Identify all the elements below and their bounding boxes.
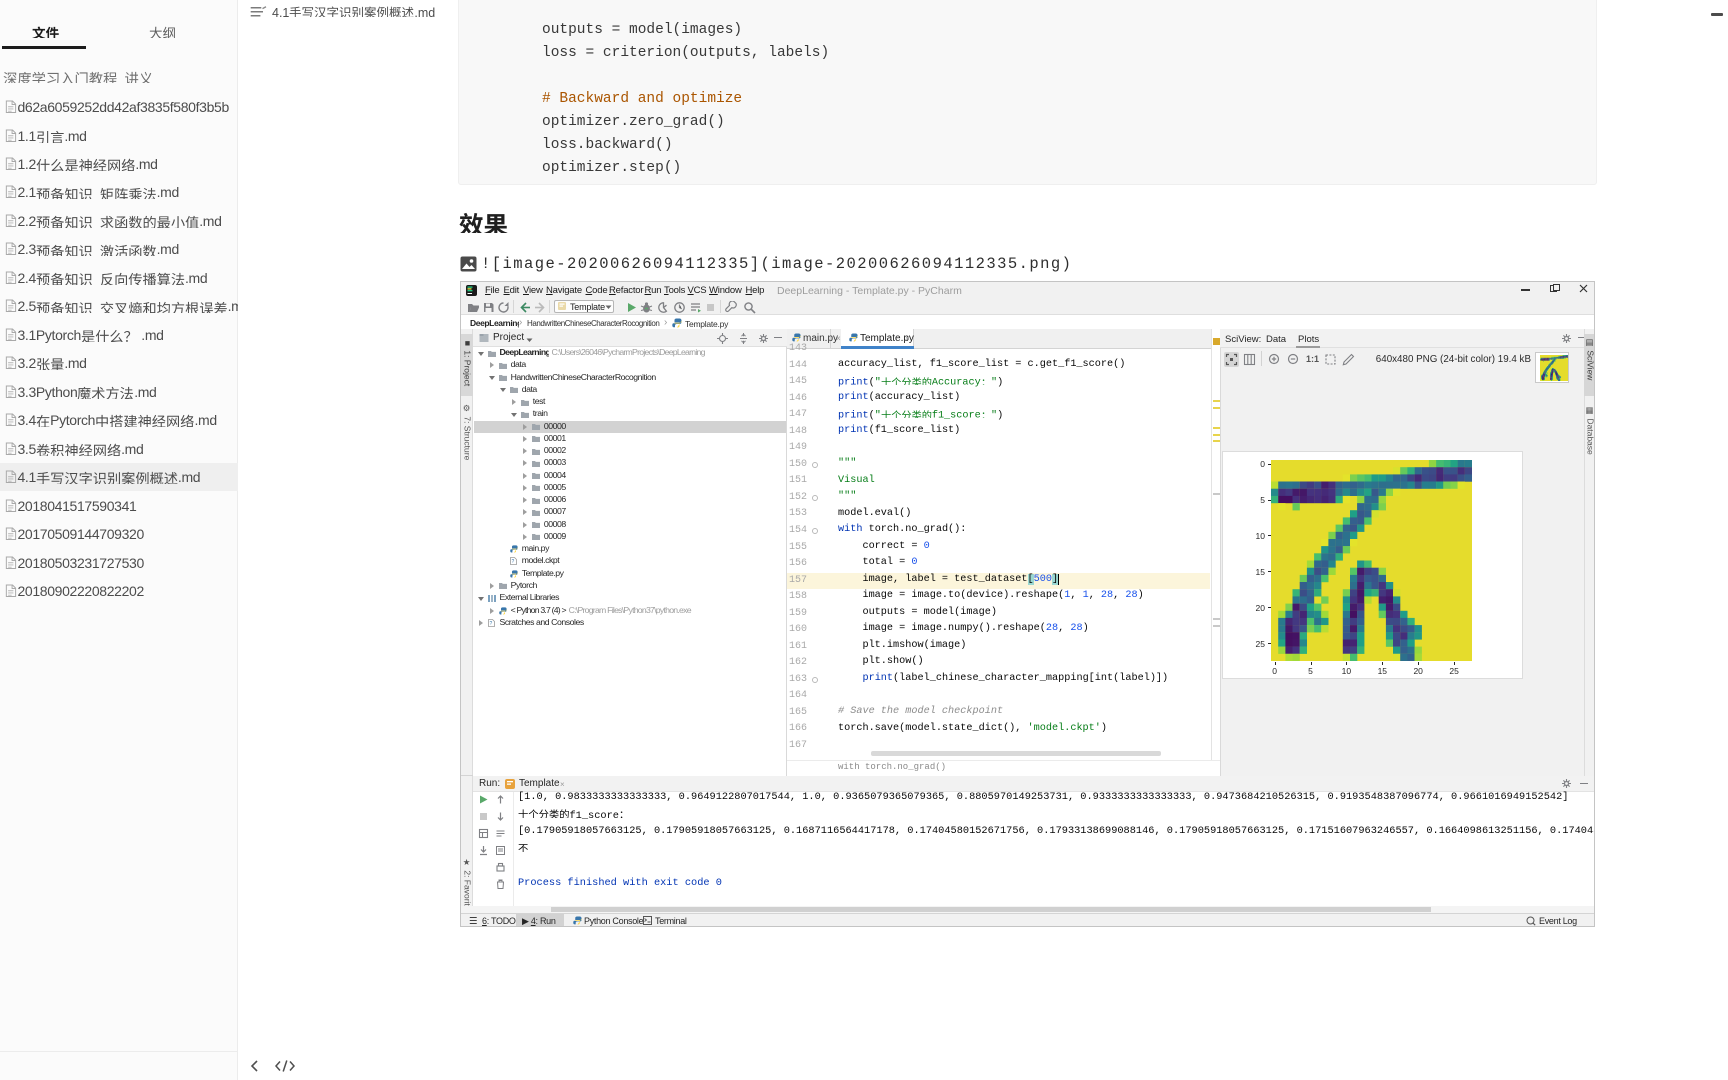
svg-text:?: ? (512, 559, 515, 565)
svg-text:?: ? (490, 621, 493, 627)
